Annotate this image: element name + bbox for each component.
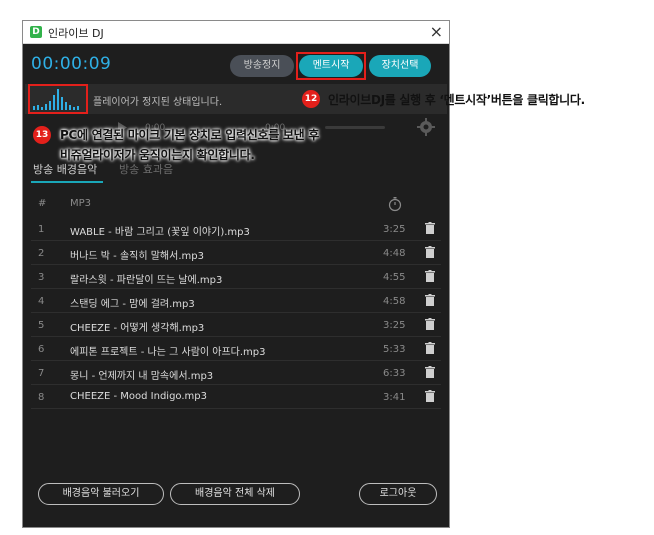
trash-icon[interactable] [425, 342, 435, 354]
table-row[interactable]: 4 스탠딩 에그 - 맘에 걸려.mp3 4:58 [31, 289, 441, 313]
window-title: 인라이브 DJ [48, 27, 104, 40]
broadcast-timer: 00:00:09 [31, 54, 112, 74]
delete-all-bgm-button[interactable]: 배경음악 전체 삭제 [170, 483, 300, 505]
load-bgm-button[interactable]: 배경음악 불러오기 [38, 483, 164, 505]
track-duration: 4:48 [383, 248, 406, 259]
callout-step-13: PC에 연결된 마이크 기본 장치로 입력신호를 보낸 후 비쥬얼라이저가 움직… [60, 125, 370, 165]
track-number: 4 [38, 296, 45, 307]
track-duration: 4:58 [383, 296, 406, 307]
player-status-text: 플레이어가 정지된 상태입니다. [93, 97, 223, 108]
table-row[interactable]: 2 버나드 박 - 솔직히 말해서.mp3 4:48 [31, 241, 441, 265]
track-number: 8 [38, 392, 45, 403]
table-row[interactable]: 8 CHEEZE - Mood Indigo.mp3 3:41 [31, 385, 441, 409]
callout-13-line-2: 비쥬얼라이저가 움직이는지 확인합니다. [60, 148, 255, 162]
track-duration: 3:25 [383, 224, 406, 235]
table-row[interactable]: 6 에피톤 프로젝트 - 나는 그 사람이 아프다.mp3 5:33 [31, 337, 441, 361]
track-number: 6 [38, 344, 45, 355]
step-badge-12: 12 [302, 90, 320, 108]
track-number: 3 [38, 272, 45, 283]
active-tab-underline [31, 181, 103, 183]
track-duration: 5:33 [383, 344, 406, 355]
track-title: 랄라스윗 - 파란달이 뜨는 날에.mp3 [70, 275, 223, 286]
track-duration: 3:25 [383, 320, 406, 331]
stopwatch-icon [388, 197, 402, 212]
device-select-button[interactable]: 장치선택 [369, 55, 431, 77]
step-badge-13: 13 [33, 126, 51, 144]
trash-icon[interactable] [425, 222, 435, 234]
trash-icon[interactable] [425, 270, 435, 282]
track-number: 5 [38, 320, 45, 331]
trash-icon[interactable] [425, 366, 435, 378]
track-number: 7 [38, 368, 45, 379]
table-row[interactable]: 1 WABLE - 바람 그리고 (꽃잎 이야기).mp3 3:25 [31, 217, 441, 241]
track-number: 1 [38, 224, 45, 235]
track-title: 스탠딩 에그 - 맘에 걸려.mp3 [70, 299, 195, 310]
title-bar[interactable]: D 인라이브 DJ × [23, 21, 449, 44]
stop-broadcast-button[interactable]: 방송정지 [230, 55, 294, 77]
track-duration: 4:55 [383, 272, 406, 283]
track-title: CHEEZE - Mood Indigo.mp3 [70, 391, 207, 402]
col-mp3: MP3 [70, 198, 92, 209]
close-icon[interactable]: × [430, 22, 443, 42]
trash-icon[interactable] [425, 390, 435, 402]
gear-icon[interactable] [417, 118, 435, 136]
track-title: 에피톤 프로젝트 - 나는 그 사람이 아프다.mp3 [70, 347, 266, 358]
table-row[interactable]: 3 랄라스윗 - 파란달이 뜨는 날에.mp3 4:55 [31, 265, 441, 289]
table-header: # MP3 [31, 196, 441, 214]
track-duration: 3:41 [383, 392, 406, 403]
trash-icon[interactable] [425, 294, 435, 306]
track-number: 2 [38, 248, 45, 259]
trash-icon[interactable] [425, 318, 435, 330]
track-list: 1 WABLE - 바람 그리고 (꽃잎 이야기).mp3 3:25 2 버나드… [31, 217, 441, 409]
col-number: # [38, 198, 47, 209]
page: D 인라이브 DJ × 00:00:09 방송정지 멘트시작 장치선택 플레이어… [0, 0, 654, 535]
table-row[interactable]: 7 몽니 - 언제까지 내 맘속에서.mp3 6:33 [31, 361, 441, 385]
track-title: 버나드 박 - 솔직히 말해서.mp3 [70, 251, 204, 262]
track-title: WABLE - 바람 그리고 (꽃잎 이야기).mp3 [70, 227, 250, 238]
logout-button[interactable]: 로그아웃 [359, 483, 437, 505]
track-title: CHEEZE - 어떻게 생각해.mp3 [70, 323, 205, 334]
callout-13-line-1: PC에 연결된 마이크 기본 장치로 입력신호를 보낸 후 [60, 128, 319, 142]
app-logo-icon: D [30, 26, 42, 38]
ment-start-highlight [296, 52, 366, 80]
track-duration: 6:33 [383, 368, 406, 379]
table-row[interactable]: 5 CHEEZE - 어떻게 생각해.mp3 3:25 [31, 313, 441, 337]
audio-visualizer [33, 89, 79, 110]
callout-step-12: 인라이브DJ를 실행 후 ‘멘트시작’버튼을 클릭합니다. [328, 93, 585, 107]
track-title: 몽니 - 언제까지 내 맘속에서.mp3 [70, 371, 214, 382]
trash-icon[interactable] [425, 246, 435, 258]
